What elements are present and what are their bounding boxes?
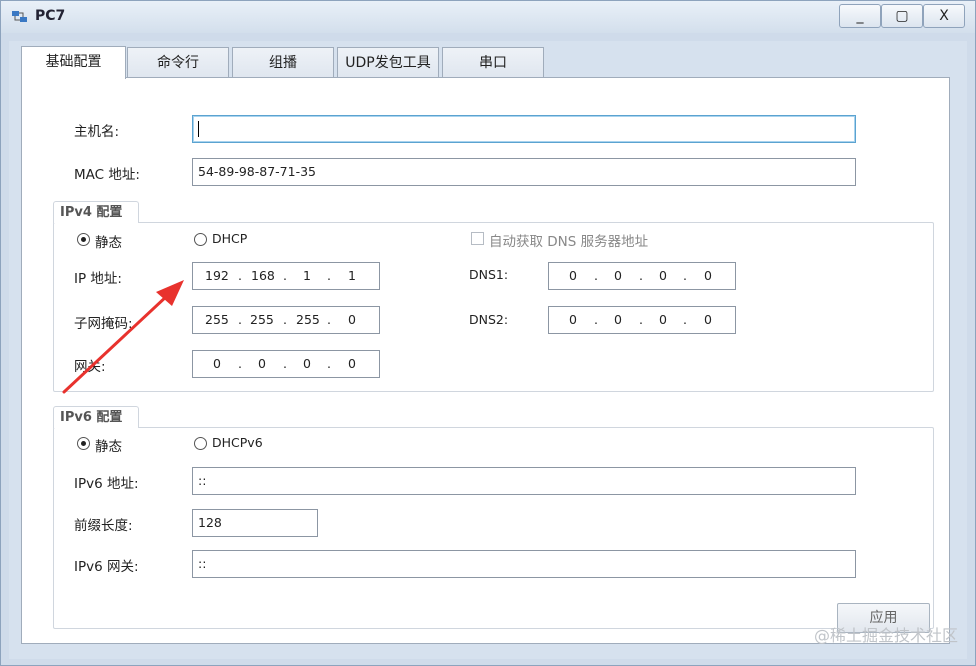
watermark: @稀土掘金技术社区 — [813, 626, 958, 645]
annotation-arrow-overlay — [62, 280, 184, 394]
tab-basic-config[interactable]: 基础配置 — [21, 46, 126, 79]
annotation-arrow-shaft — [62, 293, 170, 394]
